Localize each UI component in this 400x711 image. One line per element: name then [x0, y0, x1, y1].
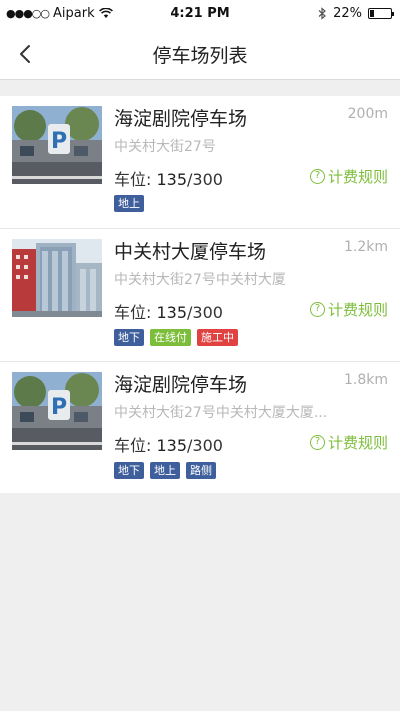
parking-lot-list: P 海淀剧院停车场 200m 中关村大街27号 车位: 135/300 ? 计费规…	[0, 96, 400, 493]
tag-list: 地下 地上 路侧	[114, 462, 216, 479]
spots-label: 车位:	[114, 303, 157, 322]
question-circle-icon: ?	[309, 435, 325, 450]
parking-lot-distance: 1.8km	[343, 372, 388, 388]
spots-total: /300	[187, 303, 223, 322]
fee-rule-link[interactable]: ? 计费规则	[309, 166, 388, 187]
tag-list: 地上	[114, 195, 144, 212]
fee-rule-link[interactable]: ? 计费规则	[309, 432, 388, 453]
spots-available: 135	[156, 436, 188, 455]
parking-lot-name: 海淀剧院停车场	[114, 108, 248, 130]
parking-lot-photo: P	[12, 106, 102, 184]
battery-percentage: 22%	[333, 6, 362, 21]
spots-total: /300	[187, 170, 223, 189]
parking-lot-distance: 1.2km	[343, 239, 388, 255]
spots-available: 135	[156, 170, 188, 189]
fee-rule-label: 计费规则	[327, 301, 388, 319]
parking-lot-name: 中关村大厦停车场	[114, 241, 267, 263]
tag-badge: 地上	[150, 462, 180, 479]
parking-lot-item[interactable]: P 海淀剧院停车场 200m 中关村大街27号 车位: 135/300 ? 计费规…	[0, 96, 400, 229]
status-right: 22%	[318, 6, 394, 21]
spots-label: 车位:	[114, 170, 157, 189]
parking-lot-name: 海淀剧院停车场	[114, 374, 248, 396]
svg-text:P: P	[51, 395, 67, 420]
parking-lot-photo	[12, 239, 102, 317]
tag-list: 地下 在线付 施工中	[114, 329, 238, 346]
tag-badge: 在线付	[150, 329, 191, 346]
bluetooth-icon	[318, 7, 327, 20]
question-circle-icon: ?	[309, 169, 325, 184]
tag-badge: 施工中	[197, 329, 238, 346]
parking-lot-item[interactable]: P 海淀剧院停车场 1.8km 中关村大街27号中关村大厦大厦... 车位: 1…	[0, 362, 400, 493]
fee-rule-link[interactable]: ? 计费规则	[309, 299, 388, 320]
parking-spots: 车位: 135/300	[114, 166, 223, 190]
parking-lot-address: 中关村大街27号	[114, 139, 216, 155]
svg-text:P: P	[51, 129, 67, 154]
question-circle-icon: ?	[309, 302, 325, 317]
parking-spots: 车位: 135/300	[114, 432, 223, 456]
parking-lot-distance: 200m	[347, 106, 388, 122]
spots-label: 车位:	[114, 436, 157, 455]
spots-available: 135	[156, 303, 188, 322]
status-bar: ●●●○○ Aipark 4:21 PM 22%	[0, 0, 400, 28]
parking-lot-address: 中关村大街27号中关村大厦大厦...	[114, 405, 328, 421]
navigation-bar: 停车场列表	[0, 28, 400, 80]
parking-lot-address: 中关村大街27号中关村大厦	[114, 272, 286, 288]
parking-lot-photo: P	[12, 372, 102, 450]
battery-icon	[368, 8, 394, 19]
tag-badge: 地下	[114, 329, 144, 346]
parking-lot-item[interactable]: 中关村大厦停车场 1.2km 中关村大街27号中关村大厦 车位: 135/300…	[0, 229, 400, 362]
tag-badge: 路侧	[186, 462, 216, 479]
parking-spots: 车位: 135/300	[114, 299, 223, 323]
fee-rule-label: 计费规则	[327, 434, 388, 452]
tag-badge: 地下	[114, 462, 144, 479]
fee-rule-label: 计费规则	[327, 168, 388, 186]
spots-total: /300	[187, 436, 223, 455]
tag-badge: 地上	[114, 195, 144, 212]
page-title: 停车场列表	[152, 45, 248, 67]
